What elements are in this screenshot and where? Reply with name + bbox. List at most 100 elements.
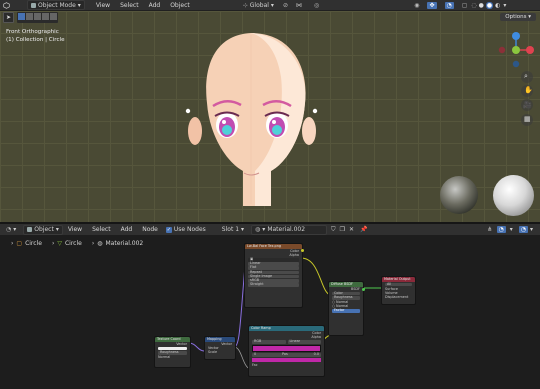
- breadcrumb-object-label: Circle: [25, 239, 42, 247]
- transform-orientation-dropdown[interactable]: ⊹ Global ▾: [240, 1, 277, 9]
- material-name-label: Material.002: [267, 226, 306, 233]
- gizmo-toggle-icon[interactable]: ✥: [427, 1, 437, 9]
- x-axis-icon[interactable]: [526, 46, 534, 54]
- sidebar-toggle-icon[interactable]: ◔: [518, 226, 529, 233]
- editor-type-button[interactable]: [0, 1, 13, 9]
- material-dropdown[interactable]: ◍ ▾ Material.002: [251, 224, 328, 235]
- pan-hand-icon[interactable]: ✋: [521, 85, 533, 97]
- select-new-icon[interactable]: [18, 13, 25, 20]
- viewport-header: Object Mode ▾ View Select Add Object ⊹ G…: [0, 0, 540, 11]
- mode-dropdown[interactable]: Object Mode ▾: [27, 0, 85, 10]
- ramp-interpolation-field[interactable]: Linear: [287, 340, 321, 344]
- color-ramp-gradient[interactable]: [252, 344, 321, 352]
- slot-label: Slot 1: [221, 226, 240, 233]
- view-name-label: Front Orthographic: [6, 29, 59, 35]
- menu-select[interactable]: Select: [115, 2, 144, 9]
- node-menu-add[interactable]: Add: [116, 226, 138, 233]
- slot-dropdown[interactable]: Slot 1 ▾: [219, 226, 247, 234]
- neg-z-axis-icon[interactable]: [512, 60, 520, 68]
- options-label: Options: [505, 14, 527, 20]
- options-dropdown[interactable]: Options ▾: [500, 13, 536, 21]
- use-nodes-label: Use Nodes: [173, 226, 206, 233]
- shading-options-icon[interactable]: ▾: [503, 2, 506, 9]
- select-intersect-icon[interactable]: [50, 13, 57, 20]
- axes-icon: ⊹: [242, 1, 248, 9]
- pin-icon[interactable]: 📌: [360, 226, 367, 233]
- node-menu-node[interactable]: Node: [137, 226, 163, 233]
- color-output-socket[interactable]: [301, 249, 304, 252]
- menu-object[interactable]: Object: [165, 2, 195, 9]
- shader-type-dropdown[interactable]: Object ▾: [23, 224, 63, 235]
- collection-label: (1) Collection | Circle: [6, 37, 65, 43]
- chevron-right-icon: ›: [91, 239, 95, 247]
- duplicate-material-icon[interactable]: ❐: [340, 226, 345, 233]
- shading-wireframe-icon[interactable]: ◌: [471, 2, 476, 9]
- mesh-object-icon: ▢: [16, 239, 23, 247]
- navigation-gizmo[interactable]: [494, 28, 538, 72]
- fake-user-shield-icon[interactable]: ⛉: [331, 226, 336, 234]
- camera-icon[interactable]: 🎥: [521, 99, 533, 111]
- select-subtract-icon[interactable]: [34, 13, 41, 20]
- image-texture-node[interactable]: Lw-Bal Face Tex.png Color Alpha ▣ Linear…: [244, 243, 304, 308]
- shading-rendered-icon[interactable]: ◐: [495, 2, 500, 9]
- menu-view[interactable]: View: [91, 2, 115, 9]
- hdri-preview-sphere: [440, 176, 478, 214]
- pivot-icon[interactable]: ⊘: [283, 2, 288, 9]
- snap-icon[interactable]: ⋈: [296, 2, 302, 9]
- texture-coordinate-node[interactable]: Texture Coord Vector Roughness Normal: [154, 336, 191, 368]
- node-menu-select[interactable]: Select: [87, 226, 116, 233]
- shading-material-icon[interactable]: ●: [485, 1, 494, 9]
- proportional-edit-icon[interactable]: ◎: [314, 2, 319, 9]
- diffuse-preview-sphere: [493, 175, 534, 216]
- ramp-color-mode-field[interactable]: RGB: [252, 340, 286, 344]
- overlay-node-icon[interactable]: ◔: [496, 226, 506, 233]
- material-sphere-icon: ◍: [255, 226, 261, 233]
- overlay-toggle-icon[interactable]: ◔: [444, 1, 454, 9]
- target-field[interactable]: All: [385, 282, 412, 287]
- backdrop-icon[interactable]: ▾: [510, 226, 513, 233]
- mapping-node[interactable]: Mapping Vector Vector Scale: [204, 336, 236, 360]
- bsdf-output-socket[interactable]: [362, 288, 365, 291]
- select-tool-button[interactable]: ➤: [3, 12, 14, 23]
- sidebar-options-icon[interactable]: ▾: [530, 226, 533, 233]
- node-tree-icon: ◔: [6, 226, 12, 233]
- breadcrumb-material-label: Material.002: [105, 239, 144, 247]
- select-mode-group[interactable]: [17, 12, 58, 23]
- object-icon: [27, 227, 33, 232]
- y-axis-icon[interactable]: [512, 46, 520, 54]
- mode-label: Object Mode: [38, 1, 76, 9]
- chevron-down-icon: ▾: [262, 226, 266, 233]
- chevron-right-icon: ›: [11, 239, 14, 247]
- menu-add[interactable]: Add: [144, 2, 166, 9]
- node-editor-header: ◔ ▾ Object ▾ View Select Add Node ✓ Use N…: [0, 224, 540, 235]
- tool-settings-row: ➤: [3, 12, 58, 23]
- node-menu-view[interactable]: View: [63, 226, 87, 233]
- chevron-down-icon: ▾: [241, 226, 245, 233]
- breadcrumb-item-object: › ▢ Circle: [6, 240, 47, 247]
- color-ramp-node[interactable]: Color Ramp Color Alpha RGB Linear 0 Pos 0.…: [248, 325, 325, 377]
- mode-icon: [31, 2, 36, 8]
- diffuse-bsdf-node[interactable]: Diffuse BSDF BSDF Color Roughness ○ Norm…: [328, 281, 365, 336]
- chevron-down-icon: ▾: [55, 226, 59, 233]
- unlink-material-icon[interactable]: ✕: [349, 226, 354, 233]
- shader-type-label: Object: [34, 226, 54, 233]
- use-nodes-toggle[interactable]: ✓ Use Nodes: [163, 226, 209, 234]
- cube-icon: [3, 1, 10, 9]
- zoom-icon[interactable]: ⌕: [521, 71, 533, 83]
- shading-solid-icon[interactable]: ●: [479, 2, 484, 9]
- snap-node-icon[interactable]: ⋔: [487, 226, 492, 233]
- alpha-field[interactable]: Straight: [248, 282, 299, 287]
- select-invert-icon[interactable]: [42, 13, 49, 20]
- material-output-node[interactable]: Material Output All Surface Volume Displ…: [381, 276, 416, 305]
- ramp-stop-color[interactable]: [252, 357, 321, 362]
- view-object-types-icon[interactable]: ◉: [414, 2, 419, 9]
- z-axis-icon[interactable]: [512, 32, 520, 40]
- 3d-viewport[interactable]: ➤ Front Orthographic (1) Collection | Ci…: [0, 11, 540, 222]
- xray-toggle-icon[interactable]: ▢: [462, 2, 468, 9]
- character-head-model[interactable]: [185, 21, 320, 211]
- grid-perspective-icon[interactable]: ▦: [521, 114, 533, 126]
- neg-x-axis-icon[interactable]: [498, 46, 506, 54]
- select-extend-icon[interactable]: [26, 13, 33, 20]
- editor-type-button[interactable]: ◔ ▾: [3, 226, 19, 234]
- node-editor-canvas[interactable]: Lw-Bal Face Tex.png Color Alpha ▣ Linear…: [0, 243, 540, 389]
